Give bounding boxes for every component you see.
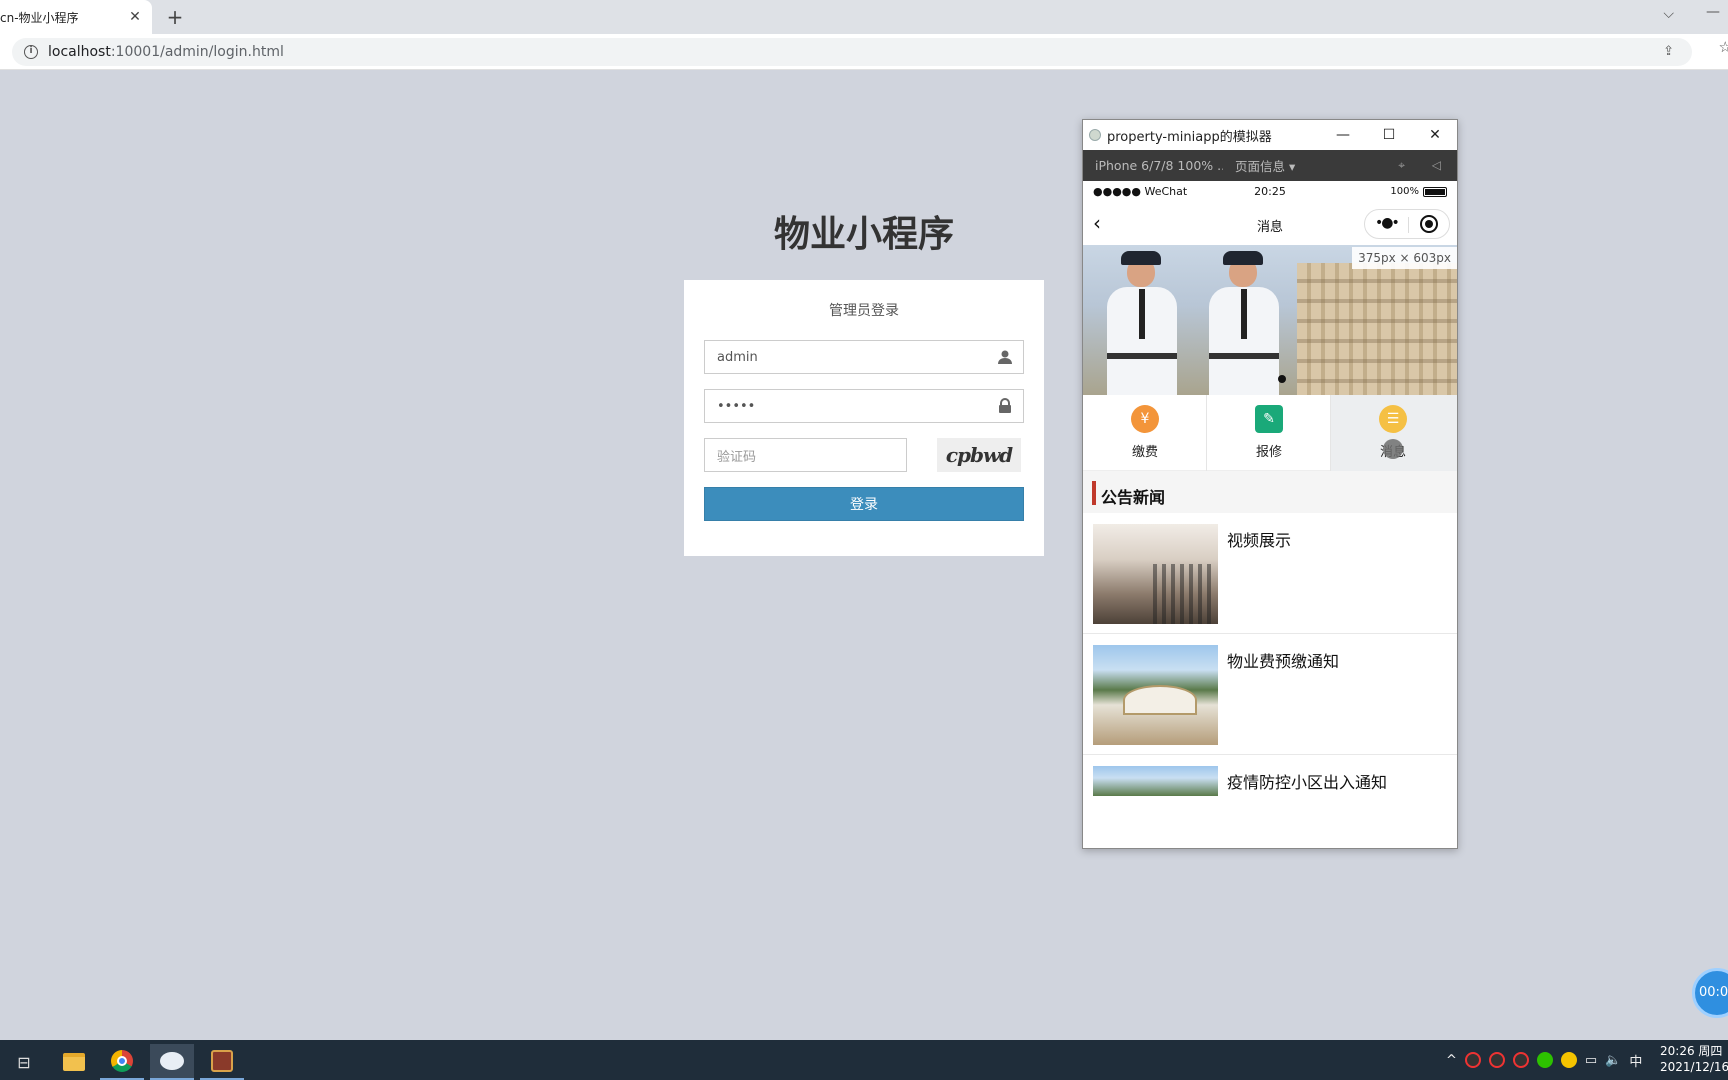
password-value: ••••• (717, 398, 756, 414)
banner-swiper[interactable]: 375px × 603px (1083, 245, 1457, 395)
username-input[interactable]: admin (704, 340, 1024, 374)
simulator-app-icon (1089, 129, 1101, 141)
news-title: 疫情防控小区出入通知 (1227, 773, 1388, 792)
login-card: 管理员登录 admin ••••• 验证码 cpbwd 登录 (684, 280, 1044, 556)
qq-icon[interactable] (1488, 1052, 1505, 1068)
tray-app-icon[interactable] (1560, 1052, 1577, 1068)
pin-icon[interactable]: ⌖ (1398, 158, 1405, 173)
ime-indicator[interactable]: 中 (1629, 1051, 1642, 1070)
banner-guard-figure (1203, 249, 1283, 395)
clock-time: 20:26 周四 (1660, 1044, 1723, 1058)
page-info-dropdown[interactable]: 页面信息 ▾ (1235, 156, 1295, 175)
file-explorer-icon[interactable] (52, 1044, 96, 1080)
wechat-icon[interactable] (1536, 1052, 1553, 1068)
login-button[interactable]: 登录 (704, 487, 1024, 521)
device-select[interactable]: iPhone 6/7/8 100% ... (1095, 158, 1223, 173)
menu-item-pay[interactable]: ¥ 缴费 (1083, 395, 1207, 471)
share-icon[interactable]: ⇪ (1663, 44, 1674, 59)
page-title: 物业小程序 (773, 214, 954, 255)
simulator-toolbar: iPhone 6/7/8 100% ... 页面信息 ▾ ⌖ ◁ (1083, 150, 1457, 181)
battery-percent: 100% (1390, 186, 1419, 197)
simulator-titlebar[interactable]: property-miniapp的模拟器 — ☐ ✕ (1083, 120, 1457, 150)
clock-date: 2021/12/16 (1660, 1060, 1728, 1074)
simulator-window: property-miniapp的模拟器 — ☐ ✕ iPhone 6/7/8 … (1082, 119, 1458, 849)
tab-title: cn-物业小程序 (0, 10, 79, 25)
login-subtitle: 管理员登录 (829, 303, 899, 319)
site-info-icon[interactable]: i (24, 45, 38, 59)
user-icon (997, 349, 1013, 365)
phone-screen: ●●●●● WeChat 20:25 100% ‹ 消息 •●• 375px ×… (1083, 181, 1457, 848)
miniapp-navbar: ‹ 消息 •●• (1083, 203, 1457, 245)
news-section-title: 公告新闻 (1101, 488, 1166, 507)
simulator-minimize-button[interactable]: — (1333, 125, 1353, 145)
capsule-divider (1408, 217, 1409, 233)
captcha-input[interactable]: 验证码 (704, 438, 907, 472)
task-view-icon[interactable]: ⊟ (2, 1044, 46, 1080)
more-dots-icon[interactable]: •●• (1375, 215, 1400, 231)
browser-tab[interactable]: cn-物业小程序 ✕ (0, 0, 152, 34)
menu-label: 报修 (1255, 445, 1282, 460)
browser-tabbar: cn-物业小程序 ✕ + ⌵ — (0, 0, 1728, 34)
news-section-header: 公告新闻 (1083, 471, 1457, 513)
news-title: 物业费预缴通知 (1227, 652, 1340, 671)
message-icon: ☰ (1379, 405, 1407, 433)
sound-icon[interactable]: ◁ (1432, 158, 1441, 172)
capsule-close-icon[interactable] (1420, 215, 1438, 233)
list-item[interactable]: 视频展示 (1083, 513, 1457, 634)
system-tray: ^ ▭ 🔈 中 (1446, 1040, 1650, 1080)
news-thumbnail (1093, 645, 1218, 745)
simulator-title: property-miniapp的模拟器 (1107, 129, 1272, 145)
simulator-close-button[interactable]: ✕ (1425, 125, 1445, 145)
password-input[interactable]: ••••• (704, 389, 1024, 423)
feature-menu: ¥ 缴费 ✎ 报修 ☰ 消息 (1083, 395, 1457, 471)
simulator-maximize-button[interactable]: ☐ (1379, 125, 1399, 145)
captcha-image[interactable]: cpbwd (937, 438, 1021, 472)
new-tab-button[interactable]: + (163, 5, 187, 29)
url-host: localhost (48, 44, 111, 60)
viewport-size-tag: 375px × 603px (1352, 247, 1457, 269)
tray-expand-icon[interactable]: ^ (1446, 1053, 1457, 1068)
banner-building-image (1297, 263, 1457, 395)
chrome-icon[interactable] (100, 1044, 144, 1080)
game-app-icon[interactable] (200, 1044, 244, 1080)
menu-item-message[interactable]: ☰ 消息 (1331, 395, 1457, 471)
recording-timer[interactable]: 00:09 (1692, 968, 1728, 1018)
volume-icon[interactable]: 🔈 (1605, 1053, 1621, 1068)
banner-guard-figure (1101, 249, 1181, 395)
list-item[interactable]: 物业费预缴通知 (1083, 634, 1457, 755)
menu-label: 缴费 (1131, 445, 1158, 460)
close-tab-icon[interactable]: ✕ (126, 8, 144, 26)
battery-icon (1423, 187, 1447, 197)
touch-cursor-icon (1383, 439, 1403, 459)
news-title: 视频展示 (1227, 531, 1292, 550)
menu-item-repair[interactable]: ✎ 报修 (1207, 395, 1331, 471)
username-value: admin (717, 349, 758, 365)
bookmark-star-icon[interactable]: ☆ (1719, 38, 1728, 56)
url-text: localhost:10001/admin/login.html (48, 44, 284, 60)
wechat-devtools-icon[interactable] (150, 1044, 194, 1080)
news-thumbnail (1093, 524, 1218, 624)
url-path: :10001/admin/login.html (110, 44, 284, 60)
address-bar: i localhost:10001/admin/login.html ⇪ ☆ (0, 34, 1728, 70)
window-minimize-button[interactable]: — (1706, 4, 1720, 20)
wrench-icon: ✎ (1255, 405, 1283, 433)
phone-status-bar: ●●●●● WeChat 20:25 100% (1083, 181, 1457, 203)
taskbar-clock[interactable]: 20:26 周四 2021/12/16 (1660, 1043, 1728, 1075)
qq-icon[interactable] (1512, 1052, 1529, 1068)
payment-icon: ¥ (1131, 405, 1159, 433)
list-item[interactable]: 疫情防控小区出入通知 (1083, 755, 1457, 848)
url-input[interactable]: i localhost:10001/admin/login.html ⇪ (12, 38, 1692, 66)
qq-icon[interactable] (1464, 1052, 1481, 1068)
capsule-menu: •●• (1364, 209, 1450, 239)
swiper-indicator-dot[interactable] (1278, 375, 1286, 383)
lock-icon (997, 398, 1013, 414)
news-thumbnail (1093, 766, 1218, 796)
windows-taskbar: ⊟ ^ ▭ 🔈 中 20:26 周四 2021/12/16 (0, 1040, 1728, 1080)
network-icon[interactable]: ▭ (1585, 1053, 1597, 1068)
tab-search-icon[interactable]: ⌵ (1663, 6, 1674, 22)
section-accent-bar (1092, 481, 1096, 505)
